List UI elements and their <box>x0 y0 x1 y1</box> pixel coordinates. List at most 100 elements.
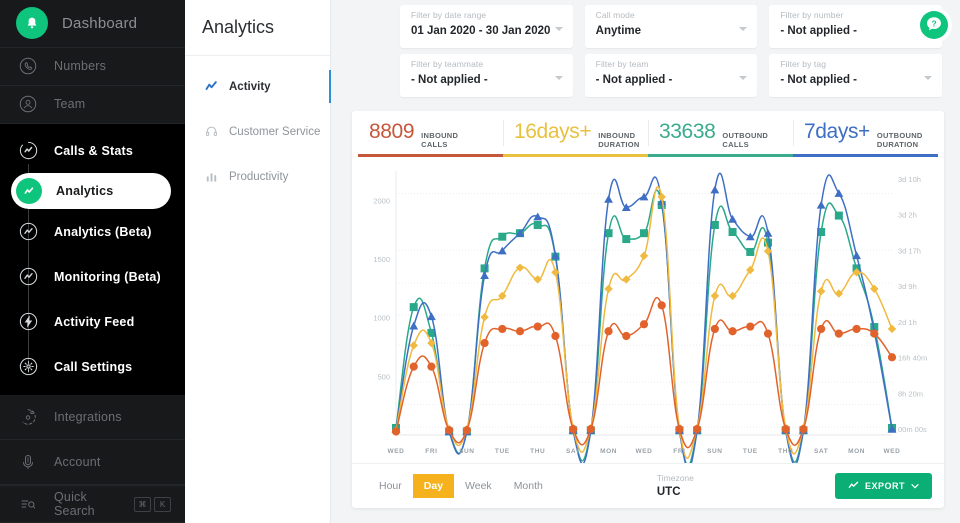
kpi-outbound-duration: 7days+ OUTBOUND DURATION <box>793 116 938 157</box>
sidebar-item-analytics[interactable]: Analytics <box>11 173 171 209</box>
filter-value: Anytime <box>595 25 642 37</box>
right-axis-tick: 2d 1h <box>898 318 917 327</box>
help-glyph: ? <box>931 18 936 28</box>
page-title: Analytics <box>185 0 330 56</box>
account-icon <box>16 450 40 474</box>
sidebar-item-team[interactable]: Team <box>0 86 185 124</box>
x-axis-tick: WED <box>388 448 405 455</box>
tag-filter[interactable]: Filter by tag - Not applied - <box>769 54 942 97</box>
export-button[interactable]: EXPORT <box>834 472 932 499</box>
kpi-outbound-calls: 33638 OUTBOUND CALLS <box>648 116 793 157</box>
analytics-chart-card: 8809 INBOUND CALLS 16days+ INBOUND DURATIO… <box>352 111 944 508</box>
export-label: EXPORT <box>864 480 905 491</box>
x-axis-tick: MON <box>600 448 617 455</box>
number-filter[interactable]: Filter by number - Not applied - <box>769 5 942 48</box>
right-axis-tick: 3d 10h <box>898 175 921 184</box>
x-axis-tick: THU <box>778 448 793 455</box>
help-chat-icon[interactable]: ? <box>920 11 948 39</box>
granularity-hour[interactable]: Hour <box>368 474 413 498</box>
filter-value: - Not applied - <box>411 74 488 86</box>
quick-search-row[interactable]: Quick Search ⌘ K <box>0 485 185 523</box>
x-axis-tick: SUN <box>707 448 723 455</box>
chevron-down-icon[interactable] <box>554 76 563 80</box>
x-axis-tick: THU <box>530 448 545 455</box>
chevron-down-icon[interactable] <box>739 27 748 31</box>
quick-search-icon <box>16 492 40 516</box>
kpi-value: 7days+ <box>804 120 870 143</box>
filter-value: - Not applied - <box>595 74 673 86</box>
granularity-week[interactable]: Week <box>454 474 503 498</box>
brand-label: Dashboard <box>62 14 138 32</box>
sidebar-item-activity-feed[interactable]: Activity Feed <box>0 299 185 344</box>
kpi-value: 8809 <box>369 120 415 143</box>
right-axis-tick: 8h 20m <box>898 389 923 398</box>
timezone-value: UTC <box>656 486 681 498</box>
sidebar-item-analytics-beta[interactable]: Analytics (Beta) <box>0 209 185 254</box>
chevron-down-icon[interactable] <box>924 76 932 80</box>
kpi-inbound-duration: 16days+ INBOUND DURATION <box>503 116 648 157</box>
export-chart-icon <box>848 481 859 489</box>
sidebar-item-numbers[interactable]: Numbers <box>0 48 185 86</box>
chevron-down-icon[interactable] <box>739 76 748 80</box>
right-axis-tick: 3d 2h <box>898 211 917 220</box>
timezone-label: Timezone <box>656 473 694 483</box>
teammate-filter[interactable]: Filter by teammate - Not applied - <box>400 54 573 97</box>
chart-canvas: 2000 1500 1000 500 3d 10h 3d 2h 3d 17h 3d 9h 2d … <box>373 171 927 463</box>
right-axis-tick: 3d 9h <box>898 282 917 291</box>
kpi-label: INBOUND DURATION <box>598 131 640 150</box>
sidebar-item-label: Analytics (Beta) <box>54 224 152 239</box>
sidebar-item-label: Account <box>54 455 101 469</box>
team-filter[interactable]: Filter by team - Not applied - <box>584 54 758 97</box>
headset-icon <box>204 124 219 139</box>
timezone-selector[interactable]: Timezone UTC <box>657 473 694 498</box>
kpi-label: INBOUND CALLS <box>421 131 459 150</box>
granularity-day[interactable]: Day <box>412 473 455 498</box>
right-axis-tick: 16h 40m <box>898 354 927 363</box>
filter-label: Filter by teammate <box>411 59 484 69</box>
activity-icon <box>204 79 219 94</box>
sidebar-item-calls-stats[interactable]: Calls & Stats <box>0 128 185 173</box>
kpi-value: 33638 <box>659 120 716 143</box>
sidebar-item-label: Numbers <box>54 59 107 74</box>
sidebar-item-label: Monitoring (Beta) <box>54 269 161 284</box>
subnav-item-productivity[interactable]: Productivity <box>185 154 330 199</box>
bell-icon <box>16 7 48 40</box>
x-axis-tick: TUE <box>743 448 758 455</box>
analytics-beta-icon <box>16 220 40 244</box>
quick-search-shortcut: ⌘ K <box>134 496 171 512</box>
x-axis-tick: MON <box>848 448 865 455</box>
monitoring-icon <box>16 265 40 289</box>
subnav-item-label: Customer Service <box>229 125 321 138</box>
filter-value: 01 Jan 2020 - 30 Jan 2020 <box>411 25 551 37</box>
x-axis-tick: SAT <box>566 448 580 455</box>
x-axis-tick: WED <box>636 448 653 455</box>
gear-icon <box>16 355 40 379</box>
kpi-row: 8809 INBOUND CALLS 16days+ INBOUND DURATIO… <box>352 111 944 157</box>
brand-header[interactable]: Dashboard <box>0 0 185 48</box>
integrations-icon <box>16 405 40 429</box>
granularity-month[interactable]: Month <box>503 474 554 498</box>
kpi-inbound-calls: 8809 INBOUND CALLS <box>358 116 503 157</box>
filter-label: Filter by date range <box>411 10 487 20</box>
sidebar-item-integrations[interactable]: Integrations <box>0 395 185 440</box>
kpi-label: OUTBOUND DURATION <box>876 131 923 150</box>
sidebar-item-label: Integrations <box>54 410 122 424</box>
granularity-selector: Hour Day Week Month <box>368 473 554 498</box>
activity-line-chart[interactable]: 2000 1500 1000 500 3d 10h 3d 2h 3d 17h 3d 9h 2d … <box>352 163 944 463</box>
sidebar-item-call-settings[interactable]: Call Settings <box>0 344 185 389</box>
primary-sidebar: Dashboard Numbers Team Calls & Stats Ana… <box>0 0 185 523</box>
date-range-filter[interactable]: Filter by date range 01 Jan 2020 - 30 Ja… <box>400 5 573 48</box>
left-axis-tick: 1000 <box>373 314 390 323</box>
x-axis-tick: SAT <box>814 448 828 455</box>
subnav-item-activity[interactable]: Activity <box>185 64 331 109</box>
subnav-item-customer-service[interactable]: Customer Service <box>185 109 330 154</box>
call-mode-filter[interactable]: Call mode Anytime <box>584 5 758 48</box>
chart-series <box>391 172 897 463</box>
sidebar-item-label: Call Settings <box>54 359 133 374</box>
sidebar-item-monitoring-beta[interactable]: Monitoring (Beta) <box>0 254 185 299</box>
sidebar-item-label: Activity Feed <box>54 314 135 329</box>
sidebar-item-account[interactable]: Account <box>0 440 185 485</box>
kpi-label: OUTBOUND CALLS <box>722 131 769 150</box>
shortcut-key-cmd: ⌘ <box>134 496 151 512</box>
chevron-down-icon[interactable] <box>554 27 563 31</box>
